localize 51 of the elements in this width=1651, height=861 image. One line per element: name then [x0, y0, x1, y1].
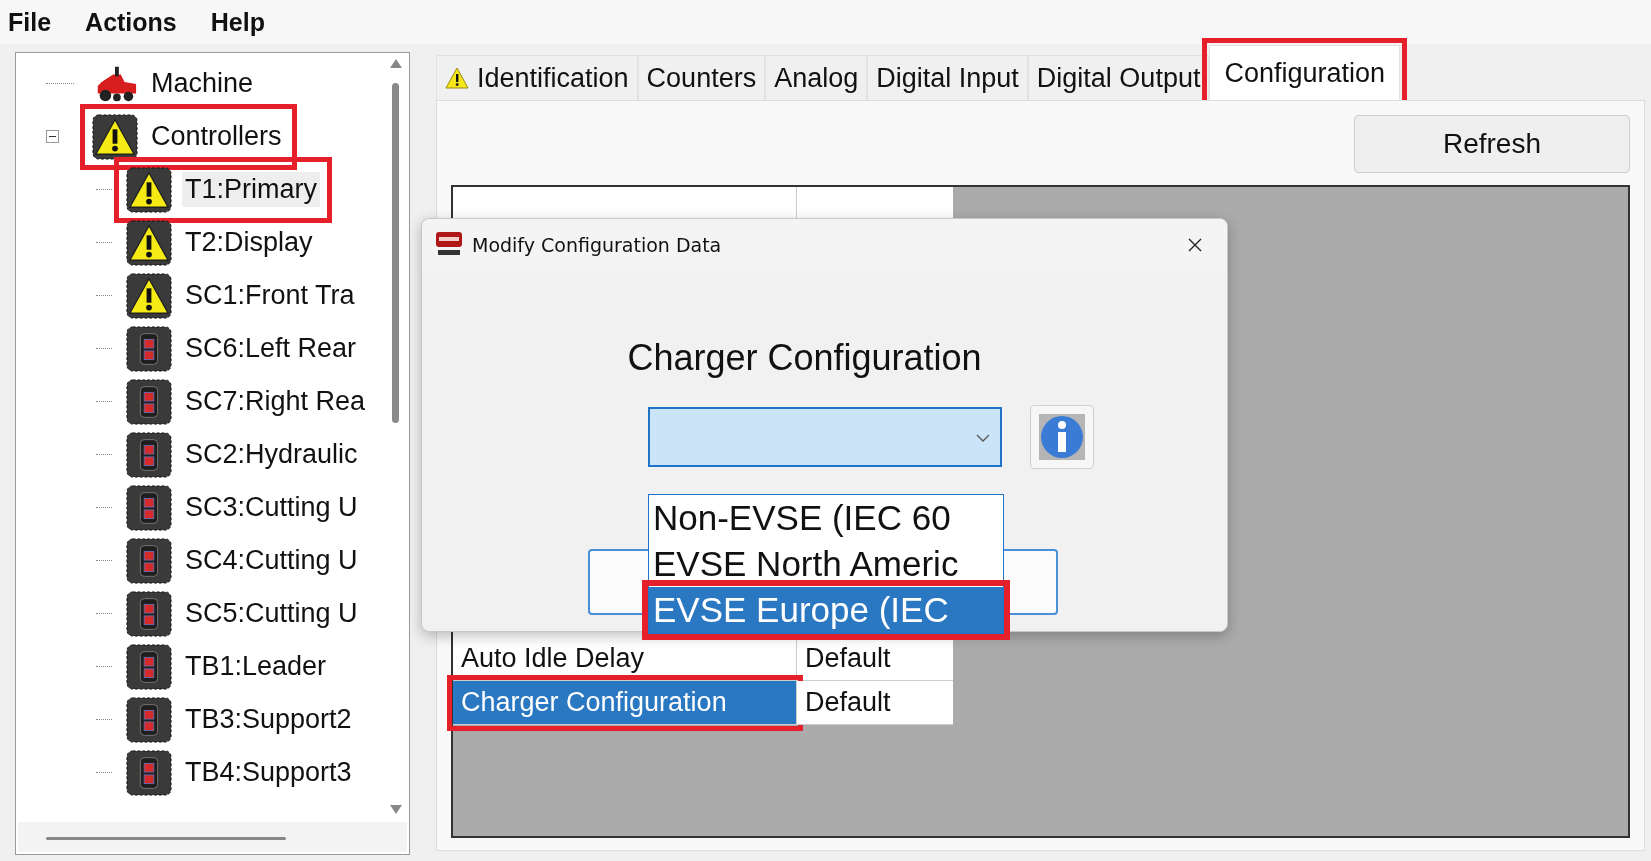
- tree-item[interactable]: Machine: [88, 58, 261, 109]
- collapse-icon[interactable]: [46, 130, 59, 143]
- tree-item[interactable]: SC4:Cutting U: [122, 535, 365, 586]
- tree-item[interactable]: SC1:Front Tra: [122, 270, 362, 321]
- tree-item[interactable]: T2:Display: [122, 217, 320, 268]
- vertical-scrollbar[interactable]: [389, 59, 403, 814]
- module-icon: [126, 378, 172, 425]
- chevron-icon: [976, 434, 990, 442]
- table-cell: Default: [797, 637, 953, 681]
- dropdown-option[interactable]: EVSE North Americ: [649, 541, 1003, 587]
- app-logo-icon: [436, 232, 462, 258]
- module-icon: [126, 590, 172, 637]
- module-icon: [126, 325, 172, 372]
- tree-item[interactable]: T1:Primary: [122, 164, 324, 215]
- tree-item[interactable]: SC5:Cutting U: [122, 588, 365, 639]
- tab[interactable]: Analog: [765, 55, 868, 100]
- tree-item[interactable]: SC7:Right Rea: [122, 376, 373, 427]
- info-icon: [1037, 412, 1087, 462]
- module-icon: [126, 643, 172, 690]
- menu-item[interactable]: File: [8, 7, 52, 37]
- tab[interactable]: Digital Output: [1027, 55, 1210, 100]
- tree-item[interactable]: TB1:Leader: [122, 641, 334, 692]
- dialog-heading: Charger Configuration: [626, 336, 983, 379]
- menu-item[interactable]: Actions: [85, 7, 177, 37]
- dropdown-field[interactable]: [648, 407, 1002, 467]
- tree-item[interactable]: TB4:Support3: [122, 747, 359, 798]
- tree-item[interactable]: SC3:Cutting U: [122, 482, 365, 533]
- warning-icon: [126, 166, 172, 213]
- module-icon: [126, 431, 172, 478]
- menu-item[interactable]: Help: [210, 7, 265, 37]
- module-icon: [126, 749, 172, 796]
- warning-icon: [126, 219, 172, 266]
- module-icon: [126, 537, 172, 584]
- tab[interactable]: Counters: [637, 55, 766, 100]
- close-icon[interactable]: [1187, 237, 1203, 253]
- module-icon: [126, 696, 172, 743]
- tree-item[interactable]: SC2:Hydraulic: [122, 429, 365, 480]
- tab[interactable]: Digital Input: [867, 55, 1028, 100]
- tree-item[interactable]: TB3:Support2: [122, 694, 359, 745]
- module-icon: [126, 484, 172, 531]
- info-button[interactable]: [1030, 405, 1094, 469]
- tree-item[interactable]: SC6:Left Rear: [122, 323, 364, 374]
- warning-icon: [92, 113, 138, 160]
- horizontal-scrollbar[interactable]: [18, 822, 407, 852]
- refresh-button[interactable]: Refresh: [1354, 115, 1630, 173]
- warning-icon: [126, 272, 172, 319]
- tab[interactable]: Identification: [436, 55, 638, 100]
- table-cell: Default: [797, 681, 953, 725]
- dialog-title: Modify Configuration Data: [472, 234, 723, 256]
- tree-item[interactable]: Controllers: [88, 111, 289, 162]
- dropdown-option[interactable]: Non-EVSE (IEC 60: [649, 495, 1003, 541]
